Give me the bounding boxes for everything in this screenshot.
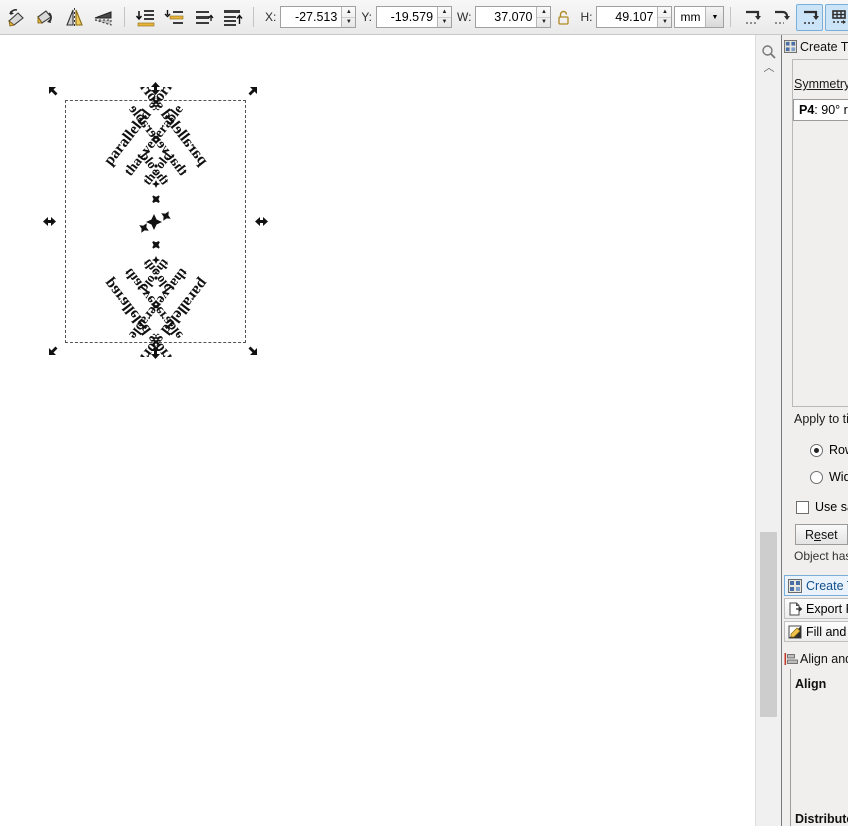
x-input[interactable] — [281, 7, 341, 27]
use-saved-size-label: Use saved size and position of the tile — [815, 500, 848, 514]
scale-handle-se[interactable] — [245, 343, 258, 356]
affect-stroke-width-icon[interactable] — [738, 4, 765, 31]
tiled-clones-text-artwork[interactable]: paralleled stormcrote that venerable the… — [48, 87, 263, 357]
raise-one-step-icon[interactable] — [190, 4, 217, 31]
align-heading: Align — [795, 677, 826, 691]
w-spin-down[interactable]: ▼ — [537, 18, 550, 28]
reset-button[interactable]: Reset — [795, 524, 848, 545]
units-value: mm — [675, 10, 705, 24]
units-select[interactable]: mm ▼ — [674, 6, 724, 28]
symmetry-select[interactable]: P4: 90° rotation — [793, 99, 848, 121]
drawing-canvas[interactable]: paralleled stormcrote that venerable the… — [0, 35, 755, 826]
y-spin-up[interactable]: ▲ — [438, 7, 451, 18]
affect-patterns-icon[interactable] — [825, 4, 848, 31]
lower-one-step-icon[interactable] — [161, 4, 188, 31]
x-spinner[interactable]: ▲▼ — [341, 7, 355, 27]
apply-to-label: Apply to tiled clones: — [794, 412, 848, 426]
affect-rounded-corners-icon[interactable] — [767, 4, 794, 31]
h-field[interactable]: ▲▼ — [596, 6, 672, 28]
h-spin-down[interactable]: ▼ — [658, 18, 671, 28]
distribute-heading: Distribute — [795, 812, 848, 826]
tab-label: Fill and Stroke — [806, 625, 848, 639]
dock-tab-fill-and-stroke[interactable]: Fill and Stroke — [784, 621, 848, 642]
y-spin-down[interactable]: ▼ — [438, 18, 451, 28]
reset-label-mnemonic: e — [814, 528, 821, 542]
dialog-title-text: Create Tiled Clones — [800, 40, 848, 54]
w-field-label: W: — [457, 10, 471, 24]
lower-to-bottom-icon[interactable] — [132, 4, 159, 31]
canvas-vertical-scrollbar[interactable] — [760, 532, 777, 717]
chevron-down-icon[interactable]: ▼ — [705, 7, 723, 27]
chevron-up-icon[interactable]: ︿ — [762, 61, 776, 73]
symmetry-section-label: Symmetry — [794, 77, 848, 91]
scale-handle-sw[interactable] — [48, 343, 61, 356]
symmetry-description: : 90° rotation — [814, 103, 848, 117]
x-spin-up[interactable]: ▲ — [342, 7, 355, 18]
radio-rows-label: Rows, columns: — [829, 443, 848, 457]
rotate-90-cw-icon[interactable] — [32, 4, 59, 31]
align-distribute-icon — [784, 652, 798, 666]
y-input[interactable] — [377, 7, 437, 27]
tab-label: Create Tiled Clones — [806, 579, 848, 593]
inkscape-window: X: ▲▼ Y: ▲▼ W: ▲▼ H: — [0, 0, 848, 826]
w-input[interactable] — [476, 7, 536, 27]
radio-width-label: Width, height: — [829, 470, 848, 484]
reset-label-post: set — [821, 528, 838, 542]
create-tiled-clones-dialog-title: Create Tiled Clones — [784, 39, 848, 54]
x-field-label: X: — [265, 10, 276, 24]
object-status-text: Object has no tiled clones. — [794, 549, 848, 563]
rotate-90-ccw-icon[interactable] — [3, 4, 30, 31]
zoom-icon[interactable] — [761, 44, 777, 60]
object-toolbar: X: ▲▼ Y: ▲▼ W: ▲▼ H: — [0, 0, 848, 35]
x-spin-down[interactable]: ▼ — [342, 18, 355, 28]
align-distribute-dialog-title: Align and Distribute — [784, 651, 848, 667]
h-field-label: H: — [580, 10, 592, 24]
scale-handle-e[interactable] — [255, 215, 268, 228]
fill-and-stroke-icon — [788, 625, 802, 639]
h-input[interactable] — [597, 7, 657, 27]
h-spin-up[interactable]: ▲ — [658, 7, 671, 18]
use-saved-size-box[interactable] — [796, 501, 809, 514]
scale-handle-ne[interactable] — [245, 86, 258, 99]
w-field[interactable]: ▲▼ — [475, 6, 551, 28]
h-spinner[interactable]: ▲▼ — [657, 7, 671, 27]
canvas-right-strip: ︿ — [755, 35, 782, 826]
align-dialog-title-text: Align and Distribute — [800, 652, 848, 666]
w-spinner[interactable]: ▲▼ — [536, 7, 550, 27]
create-tiled-clones-icon — [788, 579, 802, 593]
dock-tab-export-png[interactable]: Export PNG Image — [784, 598, 848, 619]
scale-handle-n[interactable] — [149, 82, 162, 95]
export-png-icon — [788, 602, 802, 616]
w-spin-up[interactable]: ▲ — [537, 7, 550, 18]
selection-group[interactable]: paralleled stormcrote that venerable the… — [48, 87, 263, 357]
radio-rows-indicator[interactable] — [810, 444, 823, 457]
dock-tab-create-tiled-clones[interactable]: Create Tiled Clones — [784, 575, 848, 596]
toolbar-separator-3 — [730, 7, 731, 27]
x-field[interactable]: ▲▼ — [280, 6, 356, 28]
lock-aspect-ratio-icon[interactable] — [555, 6, 571, 28]
align-distribute-panel-body — [790, 669, 848, 826]
symmetry-code: P4 — [799, 103, 814, 117]
affect-gradients-icon[interactable] — [796, 4, 823, 31]
create-tiled-clones-icon — [784, 40, 797, 53]
scale-handle-nw[interactable] — [48, 86, 61, 99]
right-dock-panel: Create Tiled Clones Symmetry P4: 90° rot… — [781, 35, 848, 826]
toolbar-separator-1 — [124, 7, 125, 27]
symmetry-label-text: Symmetry — [794, 77, 848, 91]
use-saved-size-checkbox[interactable]: Use saved size and position of the tile — [796, 500, 848, 514]
y-field-label: Y: — [361, 10, 372, 24]
y-spinner[interactable]: ▲▼ — [437, 7, 451, 27]
radio-width-indicator[interactable] — [810, 471, 823, 484]
reset-label-pre: R — [805, 528, 814, 542]
radio-rows-columns[interactable]: Rows, columns: — [810, 443, 848, 457]
flip-vertical-icon[interactable] — [90, 4, 117, 31]
scale-handle-w[interactable] — [43, 215, 56, 228]
scale-handle-s[interactable] — [149, 346, 162, 359]
tab-label: Export PNG Image — [806, 602, 848, 616]
flip-horizontal-icon[interactable] — [61, 4, 88, 31]
raise-to-top-icon[interactable] — [219, 4, 246, 31]
radio-width-height[interactable]: Width, height: — [810, 470, 848, 484]
toolbar-separator-2 — [253, 7, 254, 27]
y-field[interactable]: ▲▼ — [376, 6, 452, 28]
